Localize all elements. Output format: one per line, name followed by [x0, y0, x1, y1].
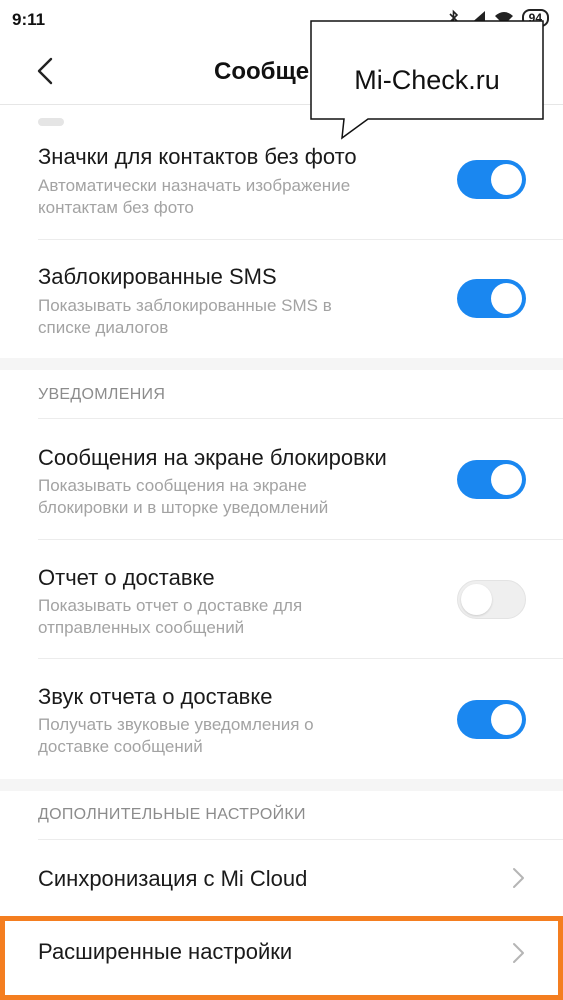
section-gap — [0, 358, 563, 370]
setting-description-line2: блокировки и в шторке уведомлений — [38, 498, 329, 517]
delivery-sound-toggle[interactable] — [457, 700, 526, 739]
back-arrow-icon[interactable] — [30, 54, 64, 88]
setting-delivery-sound[interactable]: Звук отчета о доставке Получать звуковые… — [0, 659, 563, 779]
setting-title: Синхронизация с Mi Cloud — [38, 866, 308, 891]
setting-description-line2: отправленных сообщений — [38, 618, 245, 637]
setting-contact-icons[interactable]: Значки для контактов без фото Автоматиче… — [0, 130, 563, 240]
setting-title: Отчет о доставке — [38, 565, 215, 590]
delivery-report-toggle[interactable] — [457, 580, 526, 619]
setting-delivery-report[interactable]: Отчет о доставке Показывать отчет о дост… — [0, 540, 563, 658]
setting-description-line1: Показывать заблокированные SMS в — [38, 296, 332, 315]
watermark-callout: Mi-Check.ru — [310, 20, 545, 140]
blocked-sms-toggle[interactable] — [457, 279, 526, 318]
chevron-right-icon — [513, 868, 524, 888]
setting-title: Звук отчета о доставке — [38, 684, 273, 709]
setting-description-line1: Автоматически назначать изображение — [38, 176, 351, 195]
setting-description-line2: списке диалогов — [38, 318, 169, 337]
setting-description-line2: доставке сообщений — [38, 737, 203, 756]
status-time: 9:11 — [12, 10, 46, 29]
section-label-additional: ДОПОЛНИТЕЛЬНЫЕ НАСТРОЙКИ — [38, 806, 306, 823]
watermark-text: Mi-Check.ru — [354, 65, 500, 95]
setting-title: Сообщения на экране блокировки — [38, 445, 387, 470]
setting-blocked-sms[interactable]: Заблокированные SMS Показывать заблокиро… — [0, 240, 563, 358]
setting-mi-cloud-sync[interactable]: Синхронизация с Mi Cloud — [0, 840, 563, 916]
setting-title: Значки для контактов без фото — [38, 144, 357, 169]
lockscreen-toggle[interactable] — [457, 460, 526, 499]
setting-lockscreen-messages[interactable]: Сообщения на экране блокировки Показыват… — [0, 419, 563, 539]
setting-description-line1: Получать звуковые уведомления о — [38, 715, 314, 734]
setting-title: Заблокированные SMS — [38, 264, 277, 289]
section-gap — [0, 779, 563, 791]
scrolled-row-edge — [38, 118, 64, 126]
section-label-notifications: УВЕДОМЛЕНИЯ — [38, 386, 166, 403]
contact-icons-toggle[interactable] — [457, 160, 526, 199]
setting-description-line1: Показывать отчет о доставке для — [38, 596, 303, 615]
setting-description-line1: Показывать сообщения на экране — [38, 476, 307, 495]
setting-description-line2: контактам без фото — [38, 198, 194, 217]
highlight-frame — [0, 916, 563, 1000]
